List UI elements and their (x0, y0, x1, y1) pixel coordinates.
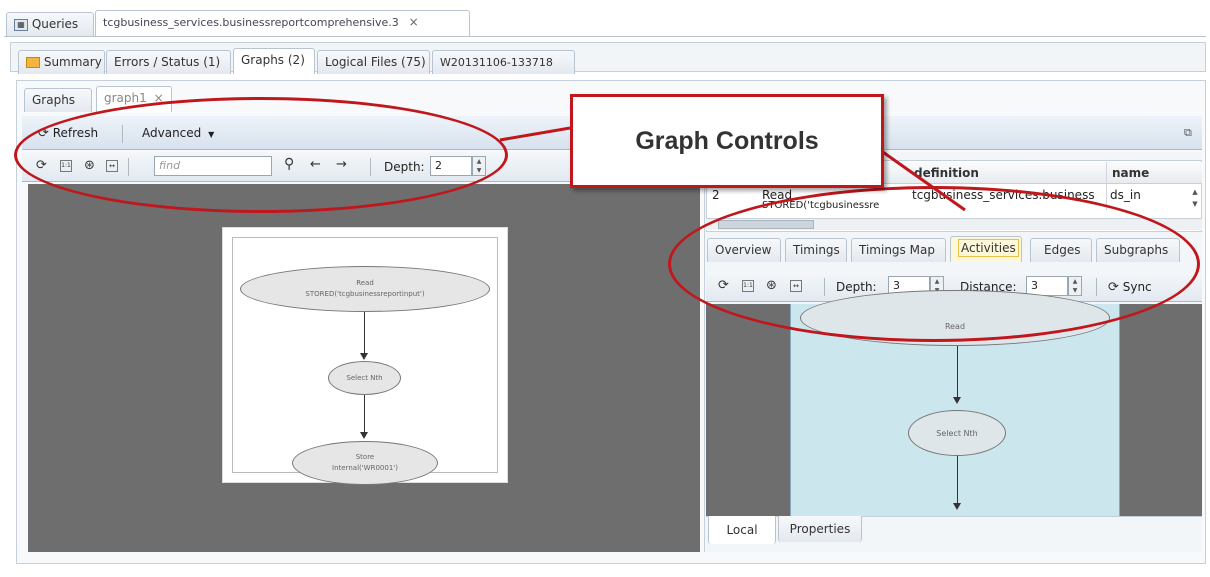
connector-line-right (879, 148, 966, 212)
callout-text: Graph Controls (635, 126, 819, 155)
callout-connector (499, 126, 966, 212)
callout-box: Graph Controls (570, 94, 884, 188)
connector-line-left (499, 126, 571, 142)
